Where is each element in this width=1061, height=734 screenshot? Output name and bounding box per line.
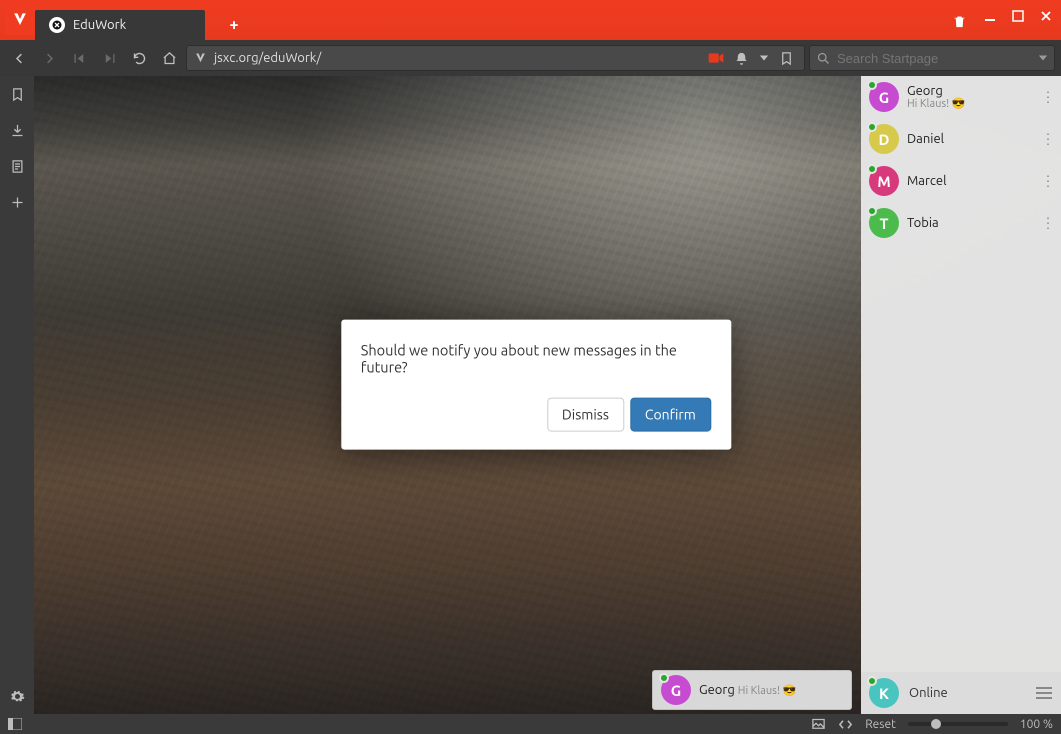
chip-name: Georg: [699, 683, 735, 697]
roster-more-icon[interactable]: ⋮: [1041, 131, 1055, 148]
status-bar: Reset 100 %: [0, 714, 1061, 734]
image-toggle-icon[interactable]: [811, 717, 826, 732]
roster-avatar: D: [869, 124, 899, 154]
tab-eduwork[interactable]: EduWork: [35, 10, 205, 40]
chat-roster-panel: G GeorgHi Klaus! 😎 ⋮ D Daniel ⋮ M Marcel ⋮ T Tobia…: [861, 76, 1061, 714]
roster-last-msg: Hi Klaus! 😎: [907, 98, 965, 110]
roster-name: Tobia: [907, 216, 939, 230]
dismiss-button[interactable]: Dismiss: [547, 398, 624, 432]
bookmarks-panel-icon[interactable]: [7, 84, 27, 104]
window-maximize-button[interactable]: [1007, 5, 1029, 27]
address-icons: [704, 51, 798, 66]
roster-avatar: M: [869, 166, 899, 196]
side-panel: [0, 76, 34, 714]
roster-status-dot: [867, 80, 877, 90]
roster-row[interactable]: G GeorgHi Klaus! 😎 ⋮: [861, 76, 1061, 118]
roster-row[interactable]: T Tobia ⋮: [861, 202, 1061, 244]
roster-avatar-initial: G: [879, 89, 889, 106]
window-header: EduWork +: [0, 0, 1061, 40]
notes-panel-icon[interactable]: [7, 156, 27, 176]
roster-status-dot: [867, 164, 877, 174]
roster-avatar: G: [869, 82, 899, 112]
search-engine-dropdown-icon[interactable]: [1038, 53, 1048, 63]
roster-status-dot: [867, 122, 877, 132]
self-avatar-initial: K: [879, 685, 889, 702]
chip-status-dot: [659, 673, 669, 683]
notification-permission-dialog: Should we notify you about new messages …: [341, 320, 731, 450]
roster-footer: K Online: [861, 672, 1061, 714]
chip-msg: Hi Klaus! 😎: [738, 685, 796, 697]
nav-back-button[interactable]: [6, 45, 32, 71]
search-input[interactable]: [837, 51, 1032, 66]
nav-fastforward-button[interactable]: [96, 45, 122, 71]
nav-reload-button[interactable]: [126, 45, 152, 71]
address-dropdown-icon[interactable]: [759, 53, 769, 63]
roster-more-icon[interactable]: ⋮: [1041, 89, 1055, 106]
dialog-message: Should we notify you about new messages …: [361, 342, 711, 376]
address-url: jsxc.org/eduWork/: [214, 51, 698, 65]
self-status-label: Online: [909, 686, 948, 700]
roster-name: Marcel: [907, 174, 946, 188]
roster-avatar-initial: D: [879, 131, 890, 148]
address-bar[interactable]: jsxc.org/eduWork/: [186, 45, 805, 71]
chip-avatar-initial: G: [671, 682, 681, 699]
roster-name: Georg: [907, 84, 965, 98]
window-close-button[interactable]: [1035, 5, 1057, 27]
zoom-level-label: 100 %: [1020, 718, 1053, 731]
tab-title: EduWork: [73, 18, 126, 32]
tab-bar: EduWork +: [35, 10, 249, 40]
roster-status-dot: [867, 206, 877, 216]
roster-avatar: T: [869, 208, 899, 238]
roster-row[interactable]: M Marcel ⋮: [861, 160, 1061, 202]
zoom-slider[interactable]: [908, 722, 1008, 726]
confirm-button[interactable]: Confirm: [630, 398, 711, 432]
nav-home-button[interactable]: [156, 45, 182, 71]
closed-tabs-trash-icon[interactable]: [952, 14, 967, 29]
camera-indicator-icon[interactable]: [708, 52, 724, 64]
search-bar[interactable]: [809, 45, 1055, 71]
page-actions-icon[interactable]: [838, 717, 853, 732]
roster-name: Daniel: [907, 132, 944, 146]
tab-favicon: [49, 17, 65, 33]
minimized-chat-chip[interactable]: G Georg Hi Klaus! 😎: [652, 670, 852, 710]
roster-more-icon[interactable]: ⋮: [1041, 215, 1055, 232]
nav-rewind-button[interactable]: [66, 45, 92, 71]
settings-icon[interactable]: [7, 686, 27, 706]
roster-row[interactable]: D Daniel ⋮: [861, 118, 1061, 160]
nav-forward-button[interactable]: [36, 45, 62, 71]
self-avatar[interactable]: K: [869, 678, 899, 708]
zoom-slider-thumb[interactable]: [931, 719, 941, 729]
add-panel-icon[interactable]: [7, 192, 27, 212]
window-controls: [952, 0, 1057, 32]
bookmark-page-icon[interactable]: [779, 51, 794, 66]
navigation-toolbar: jsxc.org/eduWork/: [0, 40, 1061, 76]
chip-avatar: G: [661, 675, 691, 705]
new-tab-button[interactable]: +: [219, 10, 249, 40]
panel-toggle-icon[interactable]: [8, 718, 22, 730]
downloads-panel-icon[interactable]: [7, 120, 27, 140]
window-minimize-button[interactable]: [979, 5, 1001, 27]
roster-menu-icon[interactable]: [1035, 686, 1053, 700]
roster-more-icon[interactable]: ⋮: [1041, 173, 1055, 190]
zoom-reset-button[interactable]: Reset: [865, 718, 896, 731]
self-status-dot: [867, 676, 877, 686]
roster-avatar-initial: T: [879, 215, 888, 232]
vivaldi-logo[interactable]: [5, 5, 35, 35]
notifications-icon[interactable]: [734, 51, 749, 66]
roster-avatar-initial: M: [877, 173, 890, 190]
